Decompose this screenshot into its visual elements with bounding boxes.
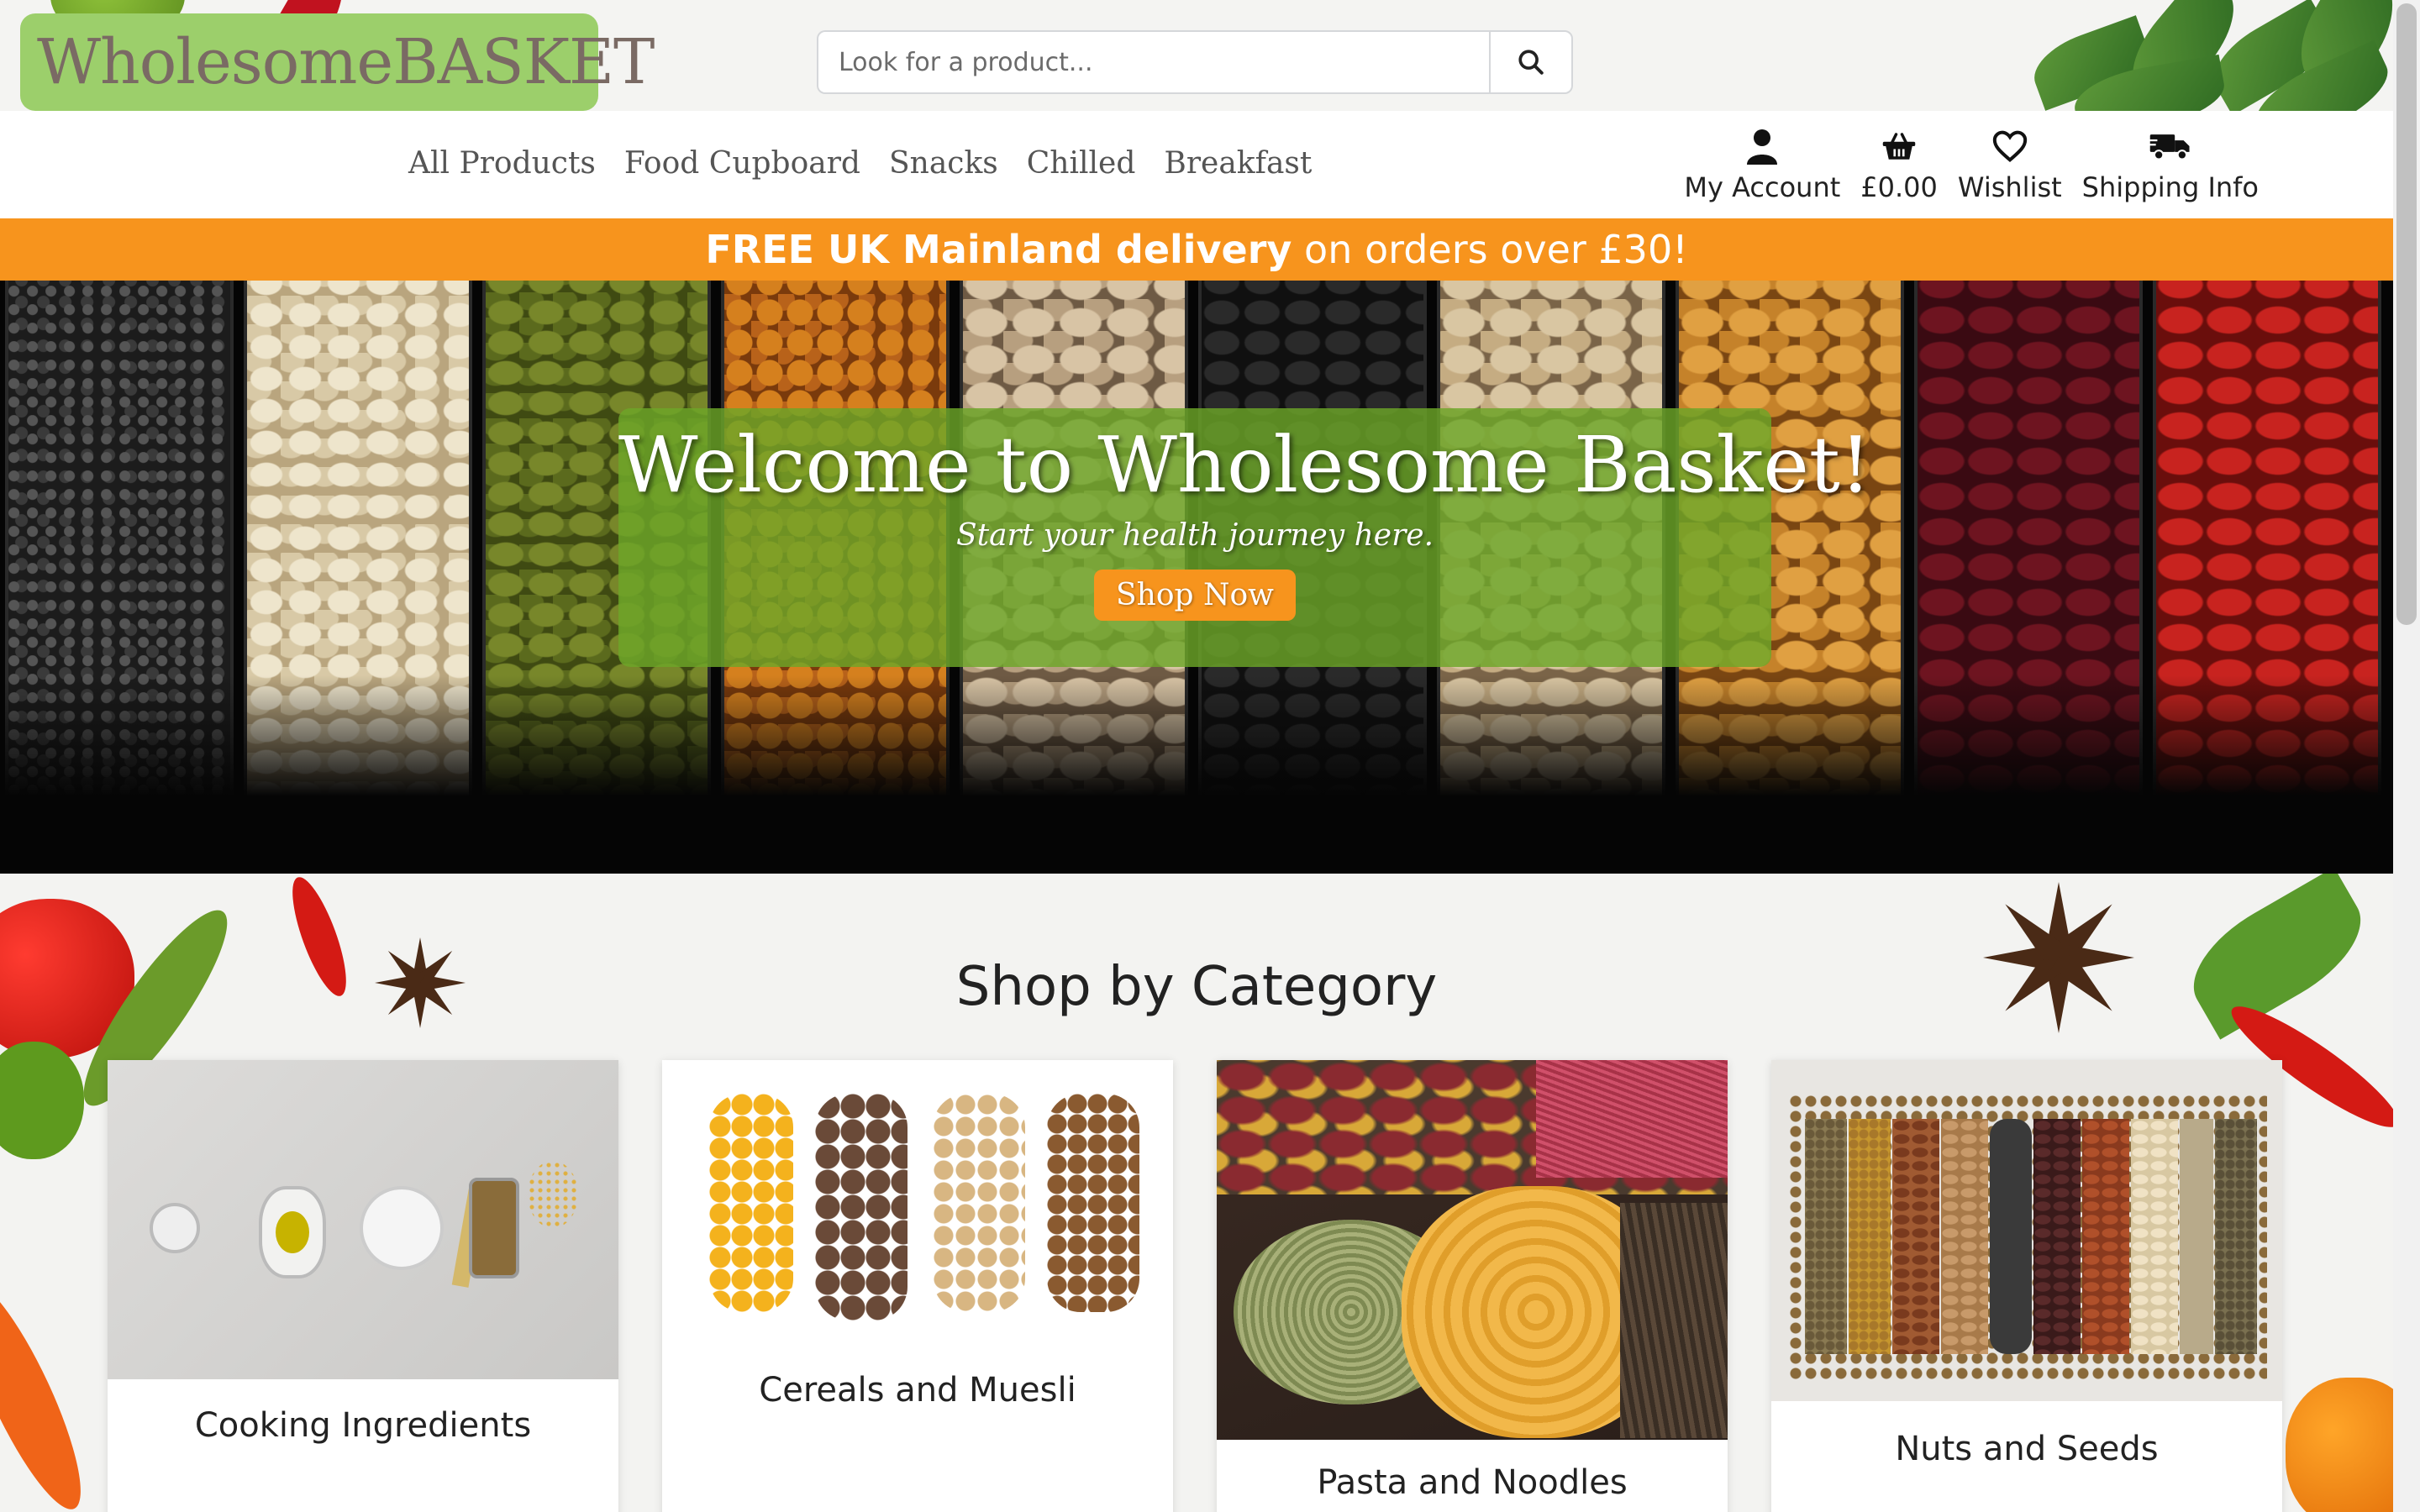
- shop-now-button[interactable]: Shop Now: [1094, 570, 1296, 621]
- category-card-pasta-and-noodles[interactable]: Pasta and Noodles: [1217, 1060, 1728, 1512]
- nav-breakfast[interactable]: Breakfast: [1164, 146, 1312, 181]
- nav-all-products[interactable]: All Products: [408, 146, 596, 181]
- shipping-info-label: Shipping Info: [2081, 171, 2259, 203]
- promo-text: on orders over £30!: [1292, 227, 1688, 272]
- wishlist-label: Wishlist: [1957, 171, 2062, 203]
- heart-icon: [1991, 124, 2028, 168]
- shipping-info-link[interactable]: Shipping Info: [2082, 124, 2259, 203]
- cereals-and-muesli-image: [662, 1060, 1173, 1346]
- section-title: Shop by Category: [955, 956, 1438, 1018]
- my-account-link[interactable]: My Account: [1684, 124, 1840, 203]
- basket-link[interactable]: £0.00: [1860, 124, 1938, 203]
- scrollbar-thumb[interactable]: [2396, 3, 2417, 625]
- nav-snacks[interactable]: Snacks: [889, 146, 998, 181]
- site-logo[interactable]: WholesomeBASKET: [20, 13, 655, 111]
- search-button[interactable]: [1489, 30, 1573, 94]
- my-account-label: My Account: [1684, 171, 1841, 203]
- top-header: WholesomeBASKET: [0, 0, 2393, 111]
- promo-bold-text: FREE UK Mainland delivery: [705, 227, 1292, 272]
- orange-chili-decoration: [0, 1268, 102, 1512]
- shop-by-category-section: Shop by Category Cooking Ingredients Cer…: [0, 874, 2393, 1512]
- nuts-and-seeds-image: [1771, 1060, 2282, 1401]
- orange-pepper-right-decoration: [2286, 1378, 2393, 1512]
- main-nav: All Products Food Cupboard Snacks Chille…: [0, 111, 2393, 218]
- search-input[interactable]: [817, 30, 1489, 94]
- pasta-and-noodles-image: [1217, 1060, 1728, 1440]
- category-nav: All Products Food Cupboard Snacks Chille…: [408, 146, 1312, 181]
- account-actions: My Account £0.00 Wishlist Shipping Info: [1684, 124, 2259, 203]
- search-bar: [817, 30, 1573, 94]
- card-label: Cooking Ingredients: [194, 1406, 532, 1445]
- basket-icon: [1881, 124, 1917, 168]
- wishlist-link[interactable]: Wishlist: [1958, 124, 2062, 203]
- category-card-cooking-ingredients[interactable]: Cooking Ingredients: [108, 1060, 618, 1512]
- card-label: Nuts and Seeds: [1895, 1430, 2159, 1468]
- card-label: Cereals and Muesli: [759, 1371, 1076, 1410]
- nav-food-cupboard[interactable]: Food Cupboard: [624, 146, 860, 181]
- green-pepper-decoration: [0, 1042, 84, 1159]
- search-icon: [1518, 50, 1544, 75]
- basket-total: £0.00: [1860, 171, 1938, 203]
- card-label: Pasta and Noodles: [1317, 1463, 1628, 1502]
- leaves-decoration: [1998, 0, 2393, 111]
- hero-shadow: [0, 675, 2393, 874]
- category-card-nuts-and-seeds[interactable]: Nuts and Seeds: [1771, 1060, 2282, 1512]
- promo-banner: FREE UK Mainland delivery on orders over…: [0, 218, 2393, 281]
- truck-icon: [2148, 124, 2192, 168]
- hero-subtitle: Start your health journey here.: [955, 518, 1434, 553]
- user-icon: [1745, 124, 1779, 168]
- cooking-ingredients-image: [108, 1060, 618, 1379]
- hero-overlay: Welcome to Wholesome Basket! Start your …: [618, 408, 1871, 667]
- nav-chilled[interactable]: Chilled: [1027, 146, 1136, 181]
- logo-text: WholesomeBASKET: [37, 26, 655, 98]
- hero-title: Welcome to Wholesome Basket!: [618, 420, 1871, 510]
- category-card-cereals-and-muesli[interactable]: Cereals and Muesli: [662, 1060, 1173, 1512]
- hero-banner: Welcome to Wholesome Basket! Start your …: [0, 281, 2393, 874]
